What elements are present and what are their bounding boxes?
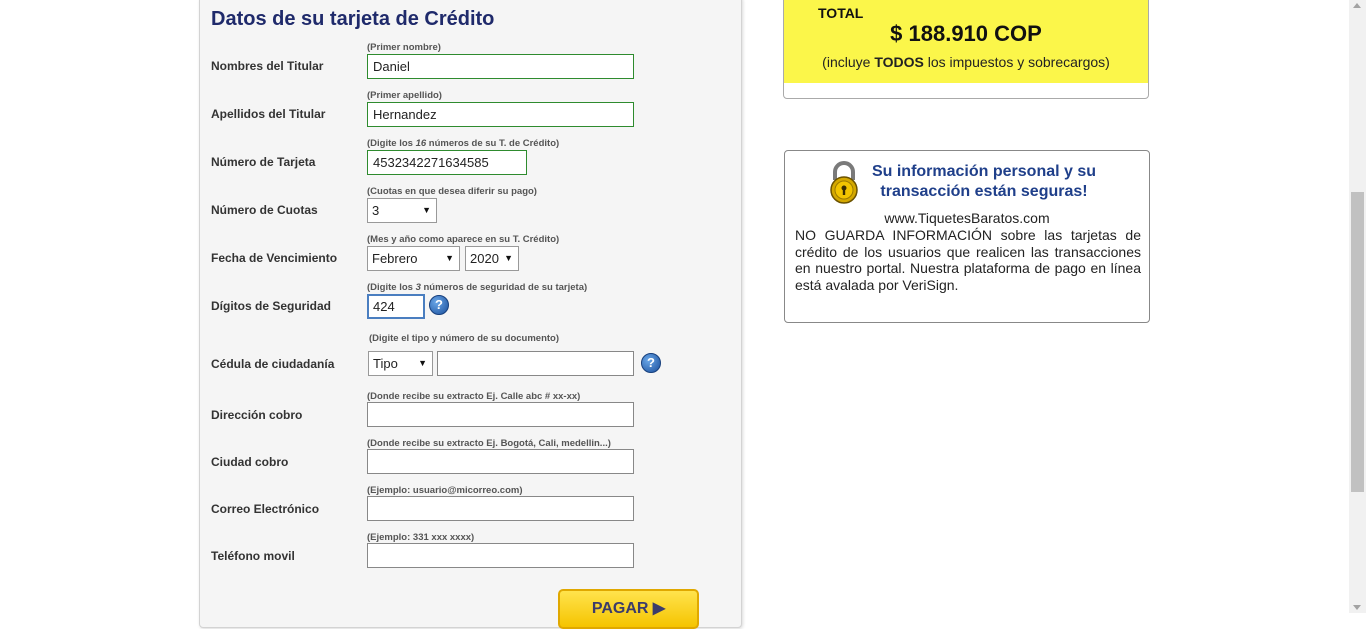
document-type-select[interactable]: Tipo ▼ [368,351,433,376]
security-site: www.TiquetesBaratos.com [884,210,1050,226]
seguridad-label: Dígitos de Seguridad [211,299,332,313]
cedula-label: Cédula de ciudadanía [211,357,335,371]
security-notice: Su información personal y su transacción… [784,150,1150,323]
seguridad-hint: (Digite los 3 números de seguridad de su… [367,282,588,293]
security-body: NO GUARDA INFORMACIÓN sobre las tarjetas… [795,227,1141,293]
apellidos-label: Apellidos del Titular [211,107,326,121]
direccion-label: Dirección cobro [211,408,303,422]
question-icon[interactable]: ? [429,295,449,315]
nombres-label: Nombres del Titular [211,59,324,73]
chevron-down-icon: ▼ [504,253,513,263]
telefono-label: Teléfono movil [211,549,295,563]
expiry-year-value: 2020 [470,251,499,266]
pay-button[interactable]: PAGAR ▶ [558,589,699,629]
tarjeta-label: Número de Tarjeta [211,155,316,169]
scroll-up-icon[interactable] [1353,3,1361,8]
form-title: Datos de su tarjeta de Crédito [211,8,495,30]
cuotas-value: 3 [372,203,380,218]
nombres-input[interactable]: Daniel [367,54,634,79]
vencimiento-hint: (Mes y año como aparece en su T. Crédito… [367,234,560,245]
document-number-input[interactable] [437,351,634,376]
tarjeta-hint: (Digite los 16 números de su T. de Crédi… [367,138,560,149]
nombres-hint: (Primer nombre) [367,42,441,53]
card-number-input[interactable]: 4532342271634585 [367,150,527,175]
ciudad-hint: (Donde recibe su extracto Ej. Bogotá, Ca… [367,438,611,449]
correo-label: Correo Electrónico [211,502,320,516]
scrollbar-thumb[interactable] [1351,192,1364,492]
chevron-down-icon: ▼ [422,205,431,215]
document-type-value: Tipo [373,356,398,371]
cvv-input[interactable]: 424 [367,294,425,319]
telefono-hint: (Ejemplo: 331 xxx xxxx) [367,532,475,543]
cedula-hint: (Digite el tipo y número de su documento… [369,333,560,344]
total-amount: $ 188.910 COP [890,21,1042,46]
cuotas-select[interactable]: 3 ▼ [367,198,437,223]
expiry-year-select[interactable]: 2020 ▼ [465,246,519,271]
cuotas-label: Número de Cuotas [211,203,318,217]
cuotas-hint: (Cuotas en que desea diferir su pago) [367,186,537,197]
email-input[interactable] [367,496,634,521]
total-note: (incluye TODOS los impuestos y sobrecarg… [822,54,1110,70]
apellidos-input[interactable]: Hernandez [367,102,634,127]
chevron-down-icon: ▼ [445,253,454,263]
security-title: Su información personal y su transacción… [871,163,1097,200]
correo-hint: (Ejemplo: usuario@micorreo.com) [367,485,523,496]
direccion-hint: (Donde recibe su extracto Ej. Calle abc … [367,391,581,402]
phone-input[interactable] [367,543,634,568]
ciudad-label: Ciudad cobro [211,455,289,469]
page-scrollbar[interactable] [1349,0,1366,613]
vencimiento-label: Fecha de Vencimiento [211,251,338,265]
scroll-down-icon[interactable] [1353,605,1361,610]
apellidos-hint: (Primer apellido) [367,90,442,101]
question-icon[interactable]: ? [641,353,661,373]
direccion-input[interactable] [367,402,634,427]
expiry-month-value: Febrero [372,251,418,266]
padlock-icon [830,161,858,204]
expiry-month-select[interactable]: Febrero ▼ [367,246,460,271]
total-box: TOTAL $ 188.910 COP (incluye TODOS los i… [783,0,1149,99]
total-label: TOTAL [818,5,864,21]
ciudad-input[interactable] [367,449,634,474]
chevron-down-icon: ▼ [418,358,427,368]
